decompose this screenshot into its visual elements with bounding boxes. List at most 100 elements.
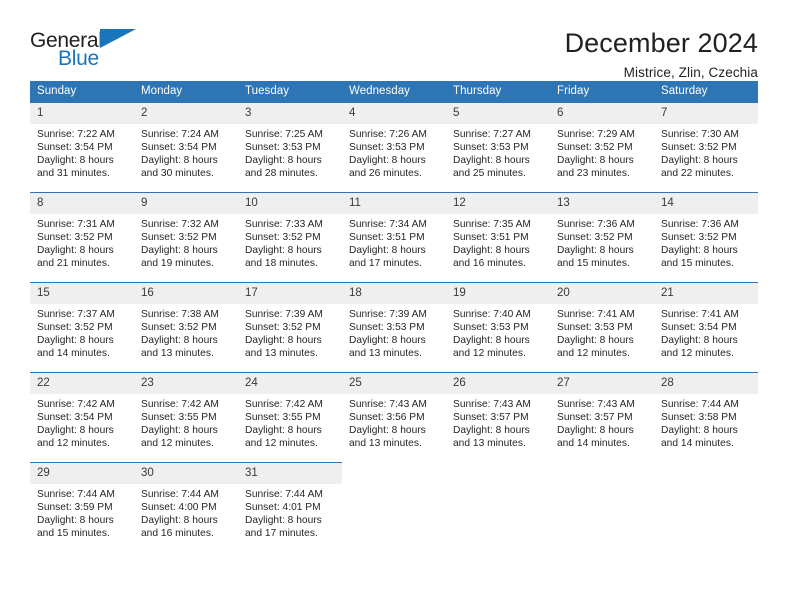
calendar-day-cell[interactable]: 2 Sunrise: 7:24 AM Sunset: 3:54 PM Daylight… [134, 102, 238, 192]
calendar-day-cell[interactable]: 21 Sunrise: 7:41 AM Sunset: 3:54 PM Dayligh… [654, 282, 758, 372]
calendar-day-cell[interactable]: 4 Sunrise: 7:26 AM Sunset: 3:53 PM Daylight… [342, 102, 446, 192]
daylight-text-line1: Daylight: 8 hours [245, 425, 322, 437]
calendar-day-cell[interactable]: 3 Sunrise: 7:25 AM Sunset: 3:53 PM Daylight… [238, 102, 342, 192]
day-cell-body: 7 Sunrise: 7:30 AM Sunset: 3:52 PM Daylight… [654, 102, 758, 192]
calendar-day-cell[interactable]: 23 Sunrise: 7:42 AM Sunset: 3:55 PM Dayligh… [134, 372, 238, 462]
day-sun-info: Sunrise: 7:36 AM Sunset: 3:52 PM Daylight:… [654, 214, 758, 270]
calendar-day-cell[interactable]: 6 Sunrise: 7:29 AM Sunset: 3:52 PM Daylight… [550, 102, 654, 192]
calendar-day-cell[interactable]: 24 Sunrise: 7:42 AM Sunset: 3:55 PM Dayligh… [238, 372, 342, 462]
day-cell-body: 24 Sunrise: 7:42 AM Sunset: 3:55 PM Dayligh… [238, 372, 342, 462]
day-number: 18 [342, 283, 446, 304]
calendar-day-cell[interactable]: 30 Sunrise: 7:44 AM Sunset: 4:00 PM Dayligh… [134, 462, 238, 552]
calendar-day-cell[interactable]: 29 Sunrise: 7:44 AM Sunset: 3:59 PM Dayligh… [30, 462, 134, 552]
daylight-text-line1: Daylight: 8 hours [453, 425, 530, 437]
calendar-week-row: 29 Sunrise: 7:44 AM Sunset: 3:59 PM Dayligh… [30, 462, 758, 552]
daylight-text-line2: and 26 minutes. [349, 168, 422, 180]
day-cell-body: 6 Sunrise: 7:29 AM Sunset: 3:52 PM Daylight… [550, 102, 654, 192]
day-cell-body: 27 Sunrise: 7:43 AM Sunset: 3:57 PM Dayligh… [550, 372, 654, 462]
day-number: 27 [550, 373, 654, 394]
calendar-day-cell[interactable]: 11 Sunrise: 7:34 AM Sunset: 3:51 PM Dayligh… [342, 192, 446, 282]
calendar-day-cell[interactable]: 22 Sunrise: 7:42 AM Sunset: 3:54 PM Dayligh… [30, 372, 134, 462]
day-number: 16 [134, 283, 238, 304]
day-cell-body: 22 Sunrise: 7:42 AM Sunset: 3:54 PM Dayligh… [30, 372, 134, 462]
page-title: December 2024 [564, 28, 758, 58]
day-number: 1 [30, 103, 134, 124]
day-number: 15 [30, 283, 134, 304]
sunrise-text: Sunrise: 7:22 AM [37, 129, 115, 140]
daylight-text-line1: Daylight: 8 hours [453, 245, 530, 257]
weekday-header-monday: Monday [134, 81, 238, 102]
day-cell-body [342, 462, 446, 552]
daylight-text-line2: and 21 minutes. [37, 258, 110, 270]
daylight-text-line1: Daylight: 8 hours [453, 335, 530, 347]
sunrise-text: Sunrise: 7:27 AM [453, 129, 531, 140]
day-sun-info: Sunrise: 7:39 AM Sunset: 3:52 PM Daylight:… [238, 304, 342, 360]
day-sun-info: Sunrise: 7:42 AM Sunset: 3:54 PM Daylight:… [30, 394, 134, 450]
calendar-day-cell[interactable]: 12 Sunrise: 7:35 AM Sunset: 3:51 PM Dayligh… [446, 192, 550, 282]
day-cell-body: 13 Sunrise: 7:36 AM Sunset: 3:52 PM Dayligh… [550, 192, 654, 282]
day-sun-info: Sunrise: 7:35 AM Sunset: 3:51 PM Daylight:… [446, 214, 550, 270]
calendar-empty-cell [654, 462, 758, 552]
sunset-text: Sunset: 3:53 PM [349, 322, 425, 334]
day-sun-info: Sunrise: 7:34 AM Sunset: 3:51 PM Daylight:… [342, 214, 446, 270]
calendar-day-cell[interactable]: 8 Sunrise: 7:31 AM Sunset: 3:52 PM Daylight… [30, 192, 134, 282]
day-number: 3 [238, 103, 342, 124]
day-number: 11 [342, 193, 446, 214]
day-cell-body: 25 Sunrise: 7:43 AM Sunset: 3:56 PM Dayligh… [342, 372, 446, 462]
calendar-day-cell[interactable]: 13 Sunrise: 7:36 AM Sunset: 3:52 PM Dayligh… [550, 192, 654, 282]
day-cell-body: 20 Sunrise: 7:41 AM Sunset: 3:53 PM Dayligh… [550, 282, 654, 372]
day-number: 23 [134, 373, 238, 394]
calendar-day-cell[interactable]: 20 Sunrise: 7:41 AM Sunset: 3:53 PM Dayligh… [550, 282, 654, 372]
day-sun-info: Sunrise: 7:43 AM Sunset: 3:57 PM Daylight:… [550, 394, 654, 450]
calendar-day-cell[interactable]: 9 Sunrise: 7:32 AM Sunset: 3:52 PM Daylight… [134, 192, 238, 282]
sunrise-text: Sunrise: 7:41 AM [557, 309, 635, 320]
sunset-text: Sunset: 4:01 PM [245, 502, 321, 514]
daylight-text-line2: and 12 minutes. [141, 438, 214, 450]
weekday-header-friday: Friday [550, 81, 654, 102]
calendar-day-cell[interactable]: 14 Sunrise: 7:36 AM Sunset: 3:52 PM Dayligh… [654, 192, 758, 282]
calendar-day-cell[interactable]: 26 Sunrise: 7:43 AM Sunset: 3:57 PM Dayligh… [446, 372, 550, 462]
sunset-text: Sunset: 3:52 PM [245, 322, 321, 334]
daylight-text-line2: and 31 minutes. [37, 168, 110, 180]
calendar-day-cell[interactable]: 16 Sunrise: 7:38 AM Sunset: 3:52 PM Dayligh… [134, 282, 238, 372]
sunrise-text: Sunrise: 7:42 AM [141, 399, 219, 410]
sunset-text: Sunset: 3:55 PM [141, 412, 217, 424]
daylight-text-line2: and 13 minutes. [349, 438, 422, 450]
daylight-text-line2: and 13 minutes. [453, 438, 526, 450]
generalblue-logo[interactable]: General Blue [30, 28, 150, 76]
calendar-day-cell[interactable]: 19 Sunrise: 7:40 AM Sunset: 3:53 PM Dayligh… [446, 282, 550, 372]
day-number: 17 [238, 283, 342, 304]
day-cell-body: 26 Sunrise: 7:43 AM Sunset: 3:57 PM Dayligh… [446, 372, 550, 462]
day-sun-info: Sunrise: 7:41 AM Sunset: 3:54 PM Daylight:… [654, 304, 758, 360]
sunset-text: Sunset: 3:52 PM [557, 142, 633, 154]
calendar-day-cell[interactable]: 31 Sunrise: 7:44 AM Sunset: 4:01 PM Dayligh… [238, 462, 342, 552]
day-sun-info: Sunrise: 7:42 AM Sunset: 3:55 PM Daylight:… [238, 394, 342, 450]
sunset-text: Sunset: 3:54 PM [141, 142, 217, 154]
sunrise-text: Sunrise: 7:34 AM [349, 219, 427, 230]
daylight-text-line1: Daylight: 8 hours [557, 335, 634, 347]
calendar-day-cell[interactable]: 7 Sunrise: 7:30 AM Sunset: 3:52 PM Daylight… [654, 102, 758, 192]
sunset-text: Sunset: 3:53 PM [453, 142, 529, 154]
day-number: 24 [238, 373, 342, 394]
calendar-day-cell[interactable]: 28 Sunrise: 7:44 AM Sunset: 3:58 PM Dayligh… [654, 372, 758, 462]
calendar-day-cell[interactable]: 25 Sunrise: 7:43 AM Sunset: 3:56 PM Dayligh… [342, 372, 446, 462]
calendar-header-row: Sunday Monday Tuesday Wednesday Thursday… [30, 81, 758, 102]
calendar-day-cell[interactable]: 15 Sunrise: 7:37 AM Sunset: 3:52 PM Dayligh… [30, 282, 134, 372]
daylight-text-line2: and 14 minutes. [661, 438, 734, 450]
daylight-text-line1: Daylight: 8 hours [37, 425, 114, 437]
brand-name-blue: Blue [58, 47, 99, 70]
calendar-body: 1 Sunrise: 7:22 AM Sunset: 3:54 PM Daylight… [30, 102, 758, 552]
calendar-day-cell[interactable]: 5 Sunrise: 7:27 AM Sunset: 3:53 PM Daylight… [446, 102, 550, 192]
day-number: 12 [446, 193, 550, 214]
sunset-text: Sunset: 3:52 PM [661, 142, 737, 154]
calendar-day-cell[interactable]: 1 Sunrise: 7:22 AM Sunset: 3:54 PM Daylight… [30, 102, 134, 192]
day-cell-body [654, 462, 758, 552]
sunrise-text: Sunrise: 7:31 AM [37, 219, 115, 230]
calendar-day-cell[interactable]: 17 Sunrise: 7:39 AM Sunset: 3:52 PM Dayligh… [238, 282, 342, 372]
calendar-day-cell[interactable]: 18 Sunrise: 7:39 AM Sunset: 3:53 PM Dayligh… [342, 282, 446, 372]
calendar-day-cell[interactable]: 10 Sunrise: 7:33 AM Sunset: 3:52 PM Dayligh… [238, 192, 342, 282]
calendar-day-cell[interactable]: 27 Sunrise: 7:43 AM Sunset: 3:57 PM Dayligh… [550, 372, 654, 462]
day-sun-info: Sunrise: 7:43 AM Sunset: 3:56 PM Daylight:… [342, 394, 446, 450]
day-cell-body: 29 Sunrise: 7:44 AM Sunset: 3:59 PM Dayligh… [30, 462, 134, 552]
day-sun-info: Sunrise: 7:32 AM Sunset: 3:52 PM Daylight:… [134, 214, 238, 270]
